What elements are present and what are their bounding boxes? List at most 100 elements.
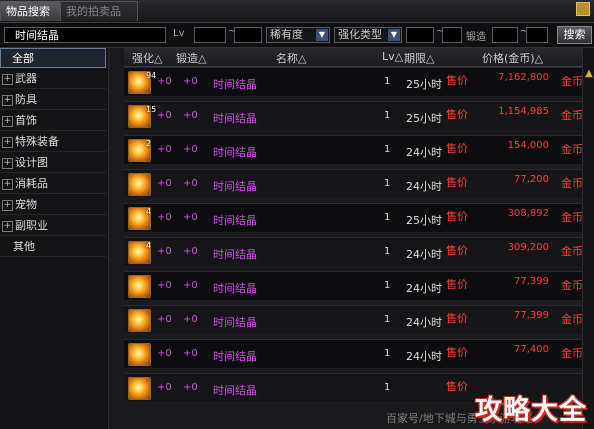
strength-value: +0	[157, 382, 172, 393]
strength-value: +0	[157, 280, 172, 291]
sidebar-item-label: 首饰	[15, 114, 37, 127]
item-duration: 25小时	[406, 214, 442, 227]
forge-max-input[interactable]	[526, 27, 548, 43]
item-name: 时间结晶	[213, 112, 257, 125]
tab-my-auctions[interactable]: 我的拍卖品	[60, 1, 138, 21]
table-row[interactable]: +0 +0 时间结晶 1 24小时 售价 77,399 金币	[124, 305, 594, 335]
sort-strength-header[interactable]: 强化△	[132, 50, 162, 66]
forge-min-input[interactable]	[492, 27, 518, 43]
time-crystal-item-icon[interactable]	[128, 343, 151, 366]
item-price: 77,200	[514, 174, 549, 185]
tab-item-search[interactable]: 物品搜索	[0, 1, 63, 21]
sidebar-item[interactable]: + 消耗品	[0, 174, 106, 194]
table-row[interactable]: 94 +0 +0 时间结晶 1 25小时 售价 7,162,800 金币	[124, 67, 594, 97]
sidebar-item[interactable]: 全部	[0, 48, 106, 68]
time-crystal-item-icon[interactable]: 4	[128, 207, 151, 230]
item-duration: 24小时	[406, 282, 442, 295]
table-row[interactable]: +0 +0 时间结晶 1 24小时 售价 77,400 金币	[124, 339, 594, 369]
item-name: 时间结晶	[213, 248, 257, 261]
table-row[interactable]: +0 +0 时间结晶 1 24小时 售价 77,200 金币	[124, 169, 594, 199]
strength-value: +0	[157, 314, 172, 325]
time-crystal-item-icon[interactable]: 4	[128, 241, 151, 264]
time-crystal-item-icon[interactable]: 94	[128, 71, 156, 94]
item-level: 1	[384, 178, 391, 189]
table-row[interactable]: +0 +0 时间结晶 1 24小时 售价 77,399 金币	[124, 271, 594, 301]
sidebar-item[interactable]: + 武器	[0, 69, 106, 89]
upgrade-min-input[interactable]	[406, 27, 434, 43]
table-row[interactable]: 2 +0 +0 时间结晶 1 24小时 售价 154,000 金币	[124, 135, 594, 165]
table-row[interactable]: 4 +0 +0 时间结晶 1 24小时 售价 309,200 金币	[124, 237, 594, 267]
item-price: 1,154,985	[498, 106, 549, 117]
strength-value: +0	[157, 246, 172, 257]
expand-icon[interactable]: +	[2, 115, 13, 127]
expand-icon[interactable]: +	[2, 157, 13, 169]
expand-icon[interactable]: +	[2, 220, 13, 232]
time-crystal-item-icon[interactable]	[128, 309, 151, 332]
expand-icon[interactable]: +	[2, 178, 13, 190]
stack-count: 4	[146, 207, 152, 216]
scrollbar[interactable]: ▲	[582, 48, 594, 429]
item-duration: 25小时	[406, 78, 442, 91]
sidebar-item[interactable]: + 设计图	[0, 153, 106, 173]
item-name: 时间结晶	[213, 180, 257, 193]
currency-label: 金币	[561, 177, 583, 190]
table-row[interactable]: 15 +0 +0 时间结晶 1 25小时 售价 1,154,985 金币	[124, 101, 594, 131]
item-level: 1	[384, 246, 391, 257]
list-header: 强化△ 锻造△ 名称△ Lv△ 期限△ 价格(金币)△	[124, 48, 594, 67]
level-max-input[interactable]	[234, 27, 262, 43]
upgrade-type-dropdown[interactable]: 强化类型 ▼	[334, 27, 402, 43]
time-crystal-item-icon[interactable]: 2	[128, 139, 151, 162]
sort-duration-header[interactable]: 期限△	[404, 50, 434, 66]
level-min-input[interactable]	[194, 27, 226, 43]
sidebar-item[interactable]: + 特殊装备	[0, 132, 106, 152]
expand-icon[interactable]: +	[2, 94, 13, 106]
strength-value: +0	[157, 76, 172, 87]
sort-name-header[interactable]: 名称△	[276, 50, 306, 66]
expand-icon[interactable]: +	[2, 73, 13, 85]
strength-value: +0	[157, 348, 172, 359]
search-input[interactable]: 时间结晶	[4, 27, 166, 43]
currency-label: 金币	[561, 313, 583, 326]
time-crystal-item-icon[interactable]	[128, 173, 151, 196]
sidebar-item[interactable]: + 防具	[0, 90, 106, 110]
forge-value: +0	[183, 76, 198, 87]
strength-value: +0	[157, 178, 172, 189]
forge-value: +0	[183, 212, 198, 223]
level-label: Lv	[173, 28, 185, 39]
item-price: 77,399	[514, 310, 549, 321]
forge-value: +0	[183, 382, 198, 393]
item-level: 1	[384, 382, 391, 393]
forge-value: +0	[183, 178, 198, 189]
strength-value: +0	[157, 110, 172, 121]
rarity-dropdown[interactable]: 稀有度 ▼	[266, 27, 330, 43]
time-crystal-item-icon[interactable]	[128, 275, 151, 298]
currency-label: 金币	[561, 245, 583, 258]
item-duration: 24小时	[406, 146, 442, 159]
price-type: 售价	[446, 176, 468, 189]
scroll-up-icon[interactable]: ▲	[583, 68, 594, 80]
sidebar-item[interactable]: + 首饰	[0, 111, 106, 131]
currency-label: 金币	[561, 75, 583, 88]
forge-value: +0	[183, 314, 198, 325]
sort-forge-header[interactable]: 锻造△	[176, 50, 206, 66]
expand-icon[interactable]: +	[2, 199, 13, 211]
sort-price-header[interactable]: 价格(金币)△	[482, 50, 543, 66]
search-button[interactable]: 搜索	[557, 26, 592, 44]
window-menu-icon[interactable]	[576, 2, 590, 16]
expand-icon[interactable]: +	[2, 136, 13, 148]
time-crystal-item-icon[interactable]: 15	[128, 105, 156, 128]
sort-level-header[interactable]: Lv△	[382, 50, 403, 63]
sidebar-item[interactable]: + 宠物	[0, 195, 106, 215]
stack-count: 94	[146, 71, 157, 80]
price-type: 售价	[446, 210, 468, 223]
item-name: 时间结晶	[213, 384, 257, 397]
sidebar-item[interactable]: 其他	[0, 237, 106, 257]
sidebar-item[interactable]: + 副职业	[0, 216, 106, 236]
sidebar-item-label: 武器	[15, 72, 37, 85]
table-row[interactable]: 4 +0 +0 时间结晶 1 25小时 售价 308,892 金币	[124, 203, 594, 233]
sidebar-item-label: 副职业	[15, 219, 48, 232]
time-crystal-item-icon[interactable]	[128, 377, 151, 400]
item-price: 308,892	[507, 208, 549, 219]
item-duration: 25小时	[406, 112, 442, 125]
upgrade-max-input[interactable]	[442, 27, 462, 43]
